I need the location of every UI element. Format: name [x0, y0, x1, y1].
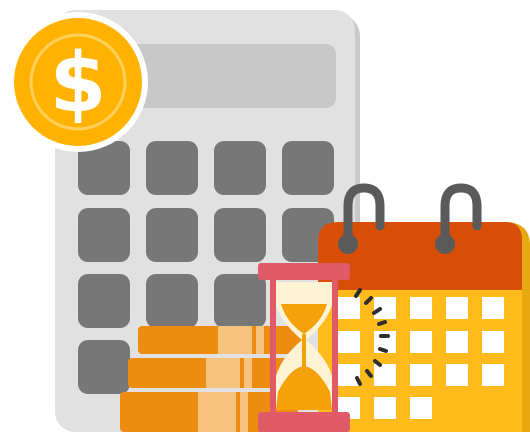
calculator-key [78, 340, 130, 394]
calendar-day-cell [446, 297, 468, 319]
dollar-coin-icon: $ [8, 12, 148, 152]
calendar-day-cell [410, 331, 432, 353]
calculator-key [146, 208, 198, 262]
calendar-day-cell [482, 297, 504, 319]
currency-symbol: $ [49, 36, 106, 131]
coin-layer-highlight [218, 326, 252, 354]
calculator-key [78, 274, 130, 328]
coin-layer-highlight [244, 358, 252, 388]
calculator-key [146, 141, 198, 195]
calendar-day-cell [410, 397, 432, 419]
calendar-day-cell [410, 364, 432, 386]
calendar-day-cell [482, 364, 504, 386]
calendar-day-cell [374, 364, 396, 386]
clock-dash [378, 347, 388, 353]
calculator-key [146, 274, 198, 328]
hourglass-pillar [332, 278, 338, 414]
calendar-ring-hole [435, 234, 455, 254]
finance-illustration: $ [0, 0, 530, 432]
hourglass-top-cap [258, 263, 350, 280]
hourglass-bottom-cap [258, 412, 350, 432]
calendar-day-cell [338, 297, 360, 319]
calendar-day-cell [374, 297, 396, 319]
calendar-day-cell [410, 297, 432, 319]
calendar-ring-hole [338, 234, 358, 254]
calculator-key [282, 141, 334, 195]
illustration-canvas: $ [8, 10, 530, 432]
calendar-day-cell [482, 331, 504, 353]
calculator-key [78, 208, 130, 262]
calendar-day-cell [446, 364, 468, 386]
calculator-key [214, 141, 266, 195]
clock-dash [355, 376, 362, 386]
calendar-day-cell [338, 331, 360, 353]
coin-layer-highlight [240, 392, 248, 432]
coin-layer-highlight [198, 392, 236, 432]
coin-layer-highlight [206, 358, 240, 388]
hourglass-pillar [270, 278, 276, 414]
hourglass-icon [258, 263, 350, 432]
calendar-day-cell [338, 364, 360, 386]
calculator-key [214, 274, 266, 328]
calendar-icon [318, 183, 530, 432]
coin-layer-highlight [256, 326, 264, 354]
clock-dash [377, 320, 387, 326]
hourglass-sand-stream [302, 334, 306, 368]
calculator-key [214, 208, 266, 262]
calendar-day-cell [446, 331, 468, 353]
calendar-day-cell [374, 397, 396, 419]
